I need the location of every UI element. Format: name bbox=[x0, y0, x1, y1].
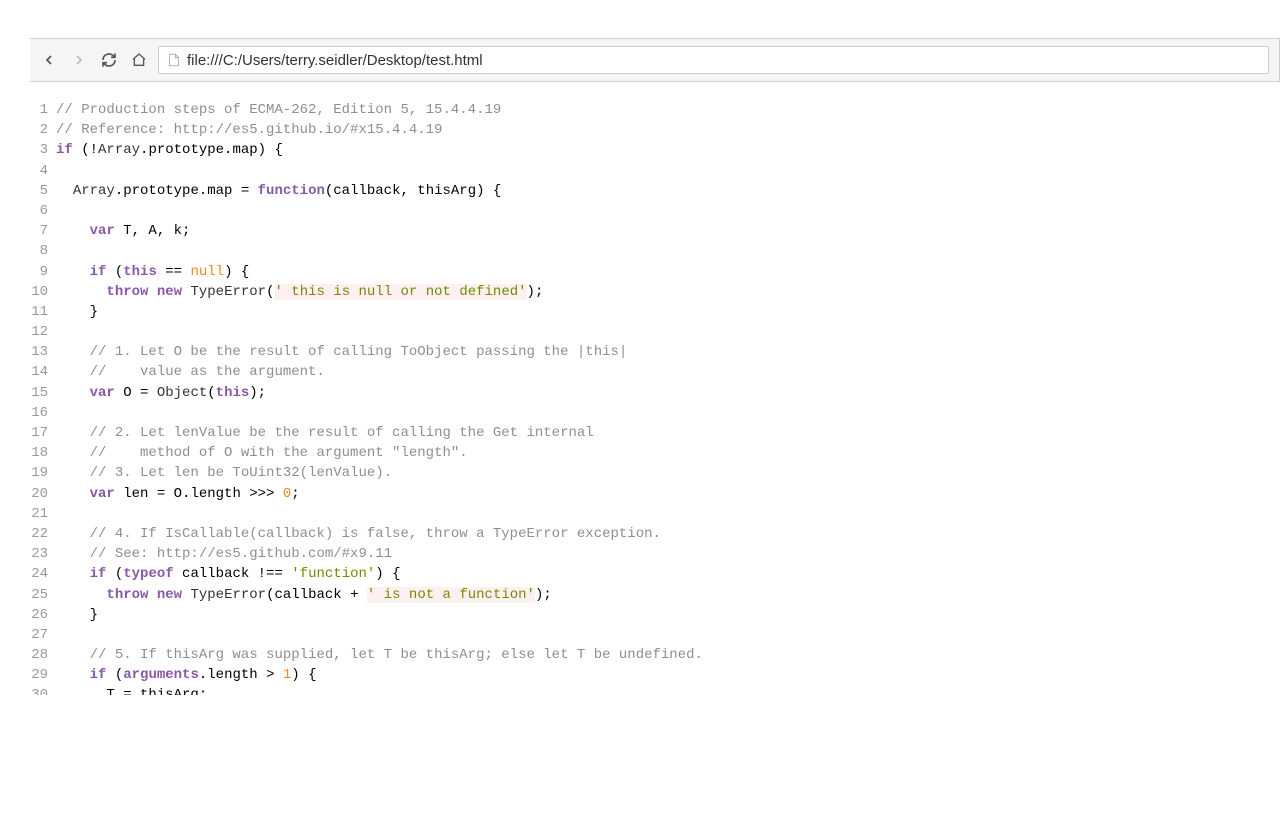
line-number: 1 bbox=[30, 100, 56, 120]
code-line: 29 if (arguments.length > 1) { bbox=[30, 665, 1280, 685]
code-line: 11 } bbox=[30, 302, 1280, 322]
home-button[interactable] bbox=[130, 51, 148, 69]
code-line: 26 } bbox=[30, 605, 1280, 625]
code-line: 23 // See: http://es5.github.com/#x9.11 bbox=[30, 544, 1280, 564]
line-content: // 5. If thisArg was supplied, let T be … bbox=[56, 645, 703, 665]
forward-button[interactable] bbox=[70, 51, 88, 69]
line-number: 23 bbox=[30, 544, 56, 564]
line-number: 11 bbox=[30, 302, 56, 322]
line-content: // 1. Let O be the result of calling ToO… bbox=[56, 342, 636, 362]
line-content: // Production steps of ECMA-262, Edition… bbox=[56, 100, 501, 120]
line-number: 16 bbox=[30, 403, 56, 423]
code-area: 1// Production steps of ECMA-262, Editio… bbox=[30, 100, 1280, 700]
code-line: 8 bbox=[30, 241, 1280, 261]
line-number: 7 bbox=[30, 221, 56, 241]
code-line: 22 // 4. If IsCallable(callback) is fals… bbox=[30, 524, 1280, 544]
code-line: 20 var len = O.length >>> 0; bbox=[30, 484, 1280, 504]
line-number: 20 bbox=[30, 484, 56, 504]
line-content: var O = Object(this); bbox=[56, 383, 266, 403]
code-body[interactable]: 1// Production steps of ECMA-262, Editio… bbox=[30, 100, 1280, 700]
line-number: 21 bbox=[30, 504, 56, 524]
back-button[interactable] bbox=[40, 51, 58, 69]
line-content: // Reference: http://es5.github.io/#x15.… bbox=[56, 120, 442, 140]
line-number: 29 bbox=[30, 665, 56, 685]
code-line: 6 bbox=[30, 201, 1280, 221]
code-line: 12 bbox=[30, 322, 1280, 342]
code-line: 19 // 3. Let len be ToUint32(lenValue). bbox=[30, 463, 1280, 483]
nav-buttons bbox=[40, 51, 148, 69]
line-number: 18 bbox=[30, 443, 56, 463]
line-content: if (typeof callback !== 'function') { bbox=[56, 564, 401, 584]
code-line: 2// Reference: http://es5.github.io/#x15… bbox=[30, 120, 1280, 140]
line-number: 6 bbox=[30, 201, 56, 221]
line-number: 19 bbox=[30, 463, 56, 483]
line-content: // 4. If IsCallable(callback) is false, … bbox=[56, 524, 669, 544]
code-line: 3if (!Array.prototype.map) { bbox=[30, 140, 1280, 160]
line-content: if (!Array.prototype.map) { bbox=[56, 140, 283, 160]
line-number: 22 bbox=[30, 524, 56, 544]
code-line: 30 T = thisArg; bbox=[30, 685, 1280, 695]
code-line: 10 throw new TypeError(' this is null or… bbox=[30, 282, 1280, 302]
code-line: 17 // 2. Let lenValue be the result of c… bbox=[30, 423, 1280, 443]
line-number: 24 bbox=[30, 564, 56, 584]
line-number: 9 bbox=[30, 262, 56, 282]
line-content: // 2. Let lenValue be the result of call… bbox=[56, 423, 602, 443]
line-number: 25 bbox=[30, 585, 56, 605]
reload-button[interactable] bbox=[100, 51, 118, 69]
line-content: T = thisArg; bbox=[56, 685, 207, 695]
line-content: throw new TypeError(callback + ' is not … bbox=[56, 585, 552, 605]
line-number: 5 bbox=[30, 181, 56, 201]
line-number: 30 bbox=[30, 685, 56, 695]
code-line: 13 // 1. Let O be the result of calling … bbox=[30, 342, 1280, 362]
line-number: 15 bbox=[30, 383, 56, 403]
line-number: 26 bbox=[30, 605, 56, 625]
line-number: 4 bbox=[30, 161, 56, 181]
line-content: // 3. Let len be ToUint32(lenValue). bbox=[56, 463, 392, 483]
browser-toolbar: file:///C:/Users/terry.seidler/Desktop/t… bbox=[30, 38, 1280, 82]
line-content: } bbox=[56, 605, 98, 625]
code-line: 9 if (this == null) { bbox=[30, 262, 1280, 282]
line-content: if (this == null) { bbox=[56, 262, 249, 282]
code-line: 14 // value as the argument. bbox=[30, 362, 1280, 382]
code-line: 27 bbox=[30, 625, 1280, 645]
line-number: 28 bbox=[30, 645, 56, 665]
line-content: } bbox=[56, 302, 98, 322]
code-line: 24 if (typeof callback !== 'function') { bbox=[30, 564, 1280, 584]
code-line: 4 bbox=[30, 161, 1280, 181]
line-number: 27 bbox=[30, 625, 56, 645]
line-number: 2 bbox=[30, 120, 56, 140]
code-line: 15 var O = Object(this); bbox=[30, 383, 1280, 403]
line-content: // method of O with the argument "length… bbox=[56, 443, 468, 463]
code-line: 28 // 5. If thisArg was supplied, let T … bbox=[30, 645, 1280, 665]
code-line: 1// Production steps of ECMA-262, Editio… bbox=[30, 100, 1280, 120]
line-number: 3 bbox=[30, 140, 56, 160]
code-line: 16 bbox=[30, 403, 1280, 423]
line-content: var len = O.length >>> 0; bbox=[56, 484, 300, 504]
line-number: 14 bbox=[30, 362, 56, 382]
line-number: 10 bbox=[30, 282, 56, 302]
address-bar[interactable]: file:///C:/Users/terry.seidler/Desktop/t… bbox=[158, 46, 1269, 74]
file-icon bbox=[167, 52, 181, 68]
line-content: if (arguments.length > 1) { bbox=[56, 665, 317, 685]
line-content: // See: http://es5.github.com/#x9.11 bbox=[56, 544, 392, 564]
url-text: file:///C:/Users/terry.seidler/Desktop/t… bbox=[187, 52, 1260, 69]
code-line: 25 throw new TypeError(callback + ' is n… bbox=[30, 585, 1280, 605]
code-line: 5 Array.prototype.map = function(callbac… bbox=[30, 181, 1280, 201]
line-content: var T, A, k; bbox=[56, 221, 190, 241]
code-line: 7 var T, A, k; bbox=[30, 221, 1280, 241]
line-number: 8 bbox=[30, 241, 56, 261]
line-number: 13 bbox=[30, 342, 56, 362]
line-number: 17 bbox=[30, 423, 56, 443]
code-line: 21 bbox=[30, 504, 1280, 524]
line-content: Array.prototype.map = function(callback,… bbox=[56, 181, 501, 201]
line-number: 12 bbox=[30, 322, 56, 342]
line-content: throw new TypeError(' this is null or no… bbox=[56, 282, 543, 302]
code-line: 18 // method of O with the argument "len… bbox=[30, 443, 1280, 463]
line-content: // value as the argument. bbox=[56, 362, 325, 382]
